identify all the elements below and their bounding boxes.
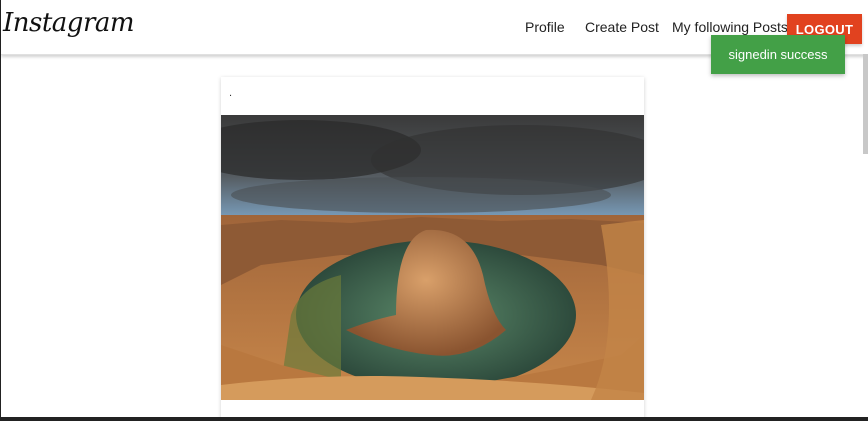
signin-toast: signedin success bbox=[711, 35, 845, 74]
brand-logo[interactable]: Instagram bbox=[3, 8, 135, 38]
post-image[interactable] bbox=[221, 115, 644, 400]
nav-link-create-post[interactable]: Create Post bbox=[585, 19, 659, 35]
nav-link-profile[interactable]: Profile bbox=[525, 19, 565, 35]
nav-link-following-posts[interactable]: My following Posts bbox=[672, 19, 788, 35]
post-card: . bbox=[221, 77, 644, 421]
scrollbar[interactable] bbox=[863, 54, 868, 154]
window-edge bbox=[1, 417, 868, 421]
post-title: . bbox=[229, 87, 233, 99]
